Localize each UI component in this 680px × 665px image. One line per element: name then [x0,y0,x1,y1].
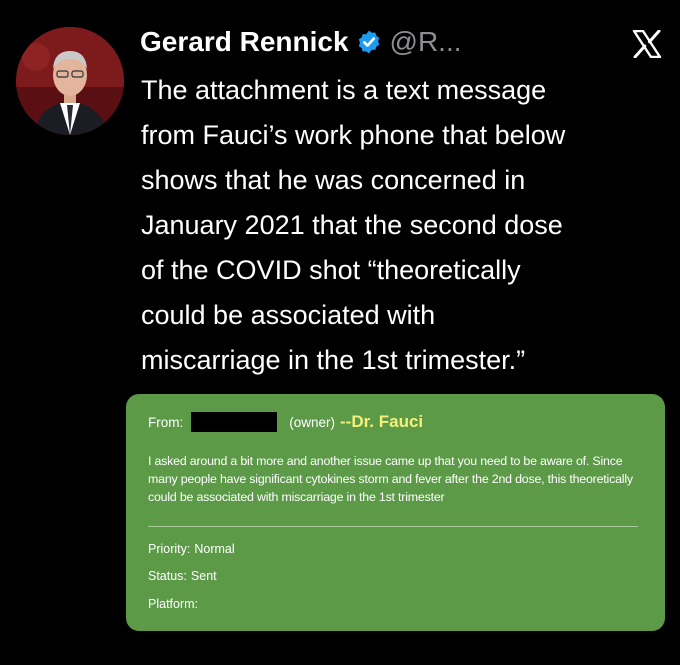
tweet-text: The attachment is a text message from Fa… [141,75,566,375]
message-body: I asked around a bit more and another is… [148,454,633,504]
status-label: Status: [148,569,187,583]
author-handle[interactable]: @R... [390,26,462,58]
message-attachment-card[interactable]: From: (owner) --Dr. Fauci I asked around… [126,394,665,631]
author-name[interactable]: Gerard Rennick [140,26,349,58]
platform-row: Platform: [148,597,198,611]
x-logo-icon[interactable] [632,29,662,63]
verified-badge-icon [356,29,382,55]
from-label: From: [148,414,184,430]
priority-value: Normal [194,542,235,556]
tweet-header: Gerard Rennick @R... [140,26,462,58]
avatar[interactable] [16,27,124,135]
from-row: From: (owner) --Dr. Fauci [148,412,423,432]
status-row: Status: Sent [148,569,217,583]
avatar-photo [16,27,124,135]
divider [148,526,638,527]
owner-label: (owner) [289,414,336,430]
status-value: Sent [190,569,217,583]
sender-name: --Dr. Fauci [340,412,424,431]
priority-row: Priority: Normal [148,542,235,556]
redacted-sender-block [191,412,278,432]
platform-label: Platform: [148,597,199,611]
priority-label: Priority: [148,542,191,556]
